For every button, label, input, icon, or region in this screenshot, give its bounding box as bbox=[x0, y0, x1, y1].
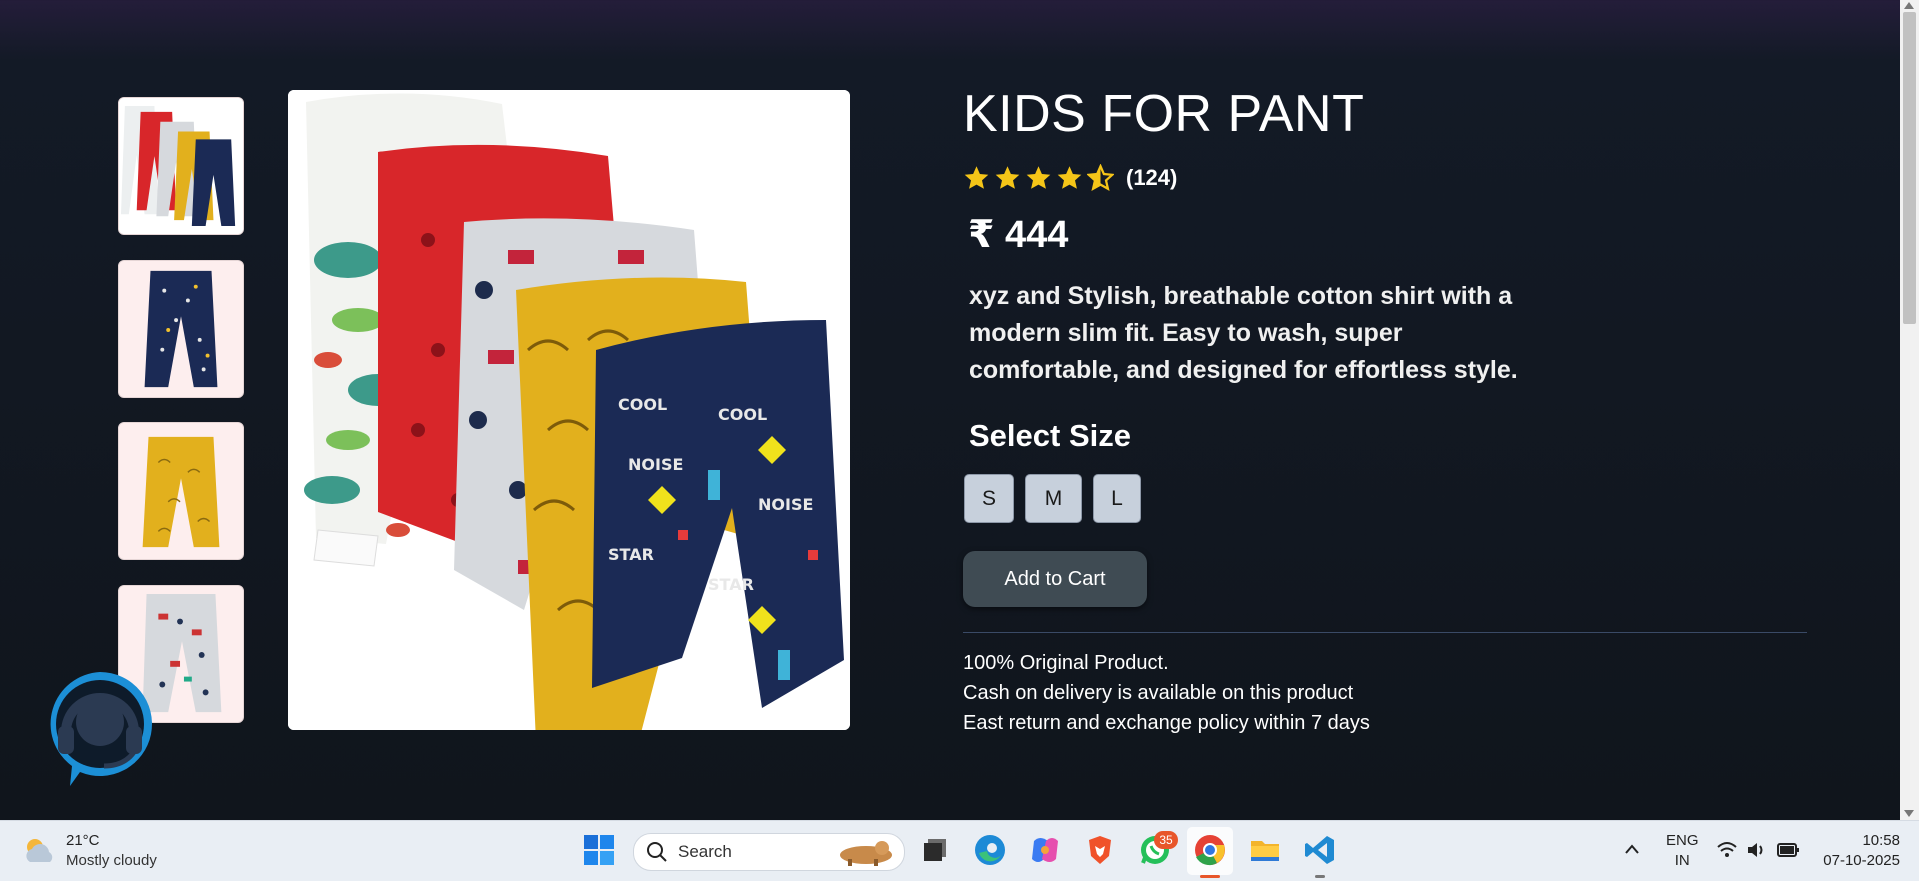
search-label: Search bbox=[678, 842, 732, 861]
copilot-icon[interactable] bbox=[1028, 833, 1062, 867]
size-selector: S M L bbox=[964, 474, 1141, 523]
product-page: COOL COOL NOISE NOISE STAR STAR KIDS FOR PAN… bbox=[0, 0, 1900, 820]
svg-text:NOISE: NOISE bbox=[758, 495, 813, 514]
vscode-icon[interactable] bbox=[1303, 833, 1337, 867]
chrome-icon[interactable] bbox=[1193, 833, 1227, 867]
product-rating: (124) bbox=[963, 164, 1177, 191]
svg-text:COOL: COOL bbox=[618, 395, 667, 414]
volume-icon[interactable] bbox=[1746, 841, 1768, 859]
battery-icon[interactable] bbox=[1776, 841, 1800, 859]
taskbar-search[interactable]: Search bbox=[633, 833, 905, 871]
language-indicator[interactable]: ENG IN bbox=[1666, 831, 1699, 871]
chevron-up-icon[interactable] bbox=[1624, 843, 1640, 855]
thumbnail-1[interactable] bbox=[118, 97, 244, 235]
size-button-l[interactable]: L bbox=[1093, 474, 1141, 523]
windows-taskbar: 21°C Mostly cloudy Search 35 ENG IN 10:5… bbox=[0, 820, 1919, 881]
main-product-image[interactable]: COOL COOL NOISE NOISE STAR STAR bbox=[288, 90, 850, 730]
system-clock[interactable]: 10:58 07-10-2025 bbox=[1818, 831, 1900, 871]
search-highlight-icon bbox=[840, 841, 892, 866]
scrollbar-thumb[interactable] bbox=[1903, 12, 1916, 324]
windows-start-icon[interactable] bbox=[584, 835, 614, 865]
scroll-up-arrow-icon[interactable] bbox=[1904, 2, 1914, 9]
add-to-cart-button[interactable]: Add to Cart bbox=[963, 551, 1147, 607]
rating-count: (124) bbox=[1126, 164, 1178, 190]
chrome-active-indicator bbox=[1200, 875, 1220, 878]
policy-item: East return and exchange policy within 7… bbox=[963, 712, 1370, 734]
star-full-icon bbox=[1026, 166, 1051, 189]
size-button-m[interactable]: M bbox=[1025, 474, 1082, 523]
search-icon bbox=[647, 842, 667, 862]
product-description: xyz and Stylish, breathable cotton shirt… bbox=[969, 282, 1518, 384]
star-full-icon bbox=[995, 166, 1020, 189]
policy-item: Cash on delivery is available on this pr… bbox=[963, 682, 1354, 704]
wifi-icon[interactable] bbox=[1716, 841, 1738, 859]
navy-pant-image bbox=[144, 270, 218, 388]
svg-text:STAR: STAR bbox=[608, 545, 654, 564]
star-half-icon bbox=[1087, 164, 1114, 191]
product-policies: 100% Original Product. Cash on delivery … bbox=[963, 648, 1370, 738]
weather-widget[interactable]: 21°C Mostly cloudy bbox=[22, 831, 157, 871]
brave-icon[interactable] bbox=[1083, 833, 1117, 867]
product-price: ₹ 444 bbox=[968, 214, 1069, 256]
svg-text:STAR: STAR bbox=[708, 575, 754, 594]
select-size-heading: Select Size bbox=[969, 418, 1131, 453]
language-code: ENG bbox=[1666, 832, 1699, 849]
five-pants-pack-image bbox=[119, 98, 243, 234]
star-full-icon bbox=[964, 166, 989, 189]
file-explorer-icon[interactable] bbox=[1248, 833, 1282, 867]
clock-date: 07-10-2025 bbox=[1823, 852, 1900, 869]
weather-description: Mostly cloudy bbox=[66, 852, 157, 869]
svg-text:NOISE: NOISE bbox=[628, 455, 683, 474]
svg-text:COOL: COOL bbox=[718, 405, 767, 424]
scroll-down-arrow-icon[interactable] bbox=[1904, 810, 1914, 817]
thumbnail-3[interactable] bbox=[118, 422, 244, 560]
product-title: KIDS FOR PANT bbox=[963, 85, 1365, 143]
headset-chat-icon bbox=[50, 672, 153, 786]
thumbnail-2[interactable] bbox=[118, 260, 244, 398]
divider bbox=[963, 632, 1807, 633]
weather-temperature: 21°C bbox=[66, 832, 100, 849]
size-button-s[interactable]: S bbox=[964, 474, 1014, 523]
clock-time: 10:58 bbox=[1862, 832, 1900, 849]
vscode-open-indicator bbox=[1315, 875, 1325, 878]
star-full-icon bbox=[1057, 166, 1082, 189]
five-pants-pack-image: COOL COOL NOISE NOISE STAR STAR bbox=[288, 90, 850, 730]
cloudy-weather-icon bbox=[26, 839, 53, 862]
edge-icon[interactable] bbox=[973, 833, 1007, 867]
page-scrollbar[interactable] bbox=[1900, 0, 1919, 820]
whatsapp-notification-badge: 35 bbox=[1154, 831, 1178, 849]
language-region: IN bbox=[1674, 852, 1690, 869]
policy-item: 100% Original Product. bbox=[963, 652, 1169, 674]
yellow-pant-image bbox=[142, 436, 220, 548]
customer-support-button[interactable] bbox=[44, 668, 156, 788]
task-view-icon[interactable] bbox=[918, 833, 952, 867]
